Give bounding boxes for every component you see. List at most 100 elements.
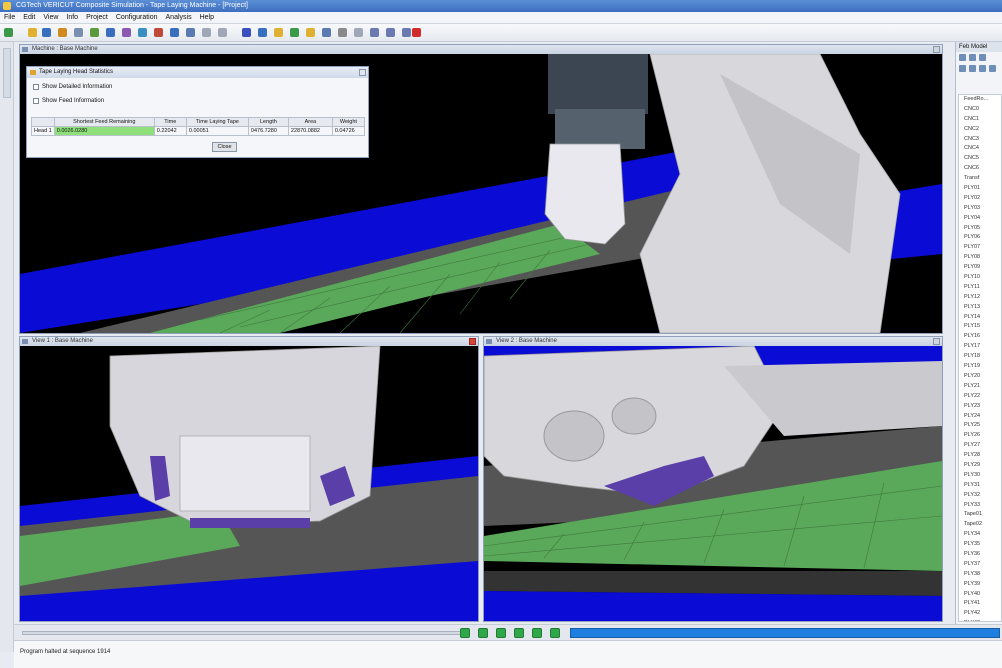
checkbox-box[interactable]	[33, 98, 39, 104]
tree-item[interactable]: PLY41	[959, 599, 1001, 609]
tree-item[interactable]: PLY16	[959, 332, 1001, 342]
tree-item[interactable]: PLY26	[959, 431, 1001, 441]
tree-item[interactable]: Tape01	[959, 510, 1001, 520]
tree-item[interactable]: PLY27	[959, 441, 1001, 451]
tree-item[interactable]: PLY24	[959, 412, 1001, 422]
tree-item[interactable]: PLY11	[959, 283, 1001, 293]
tree-item[interactable]: PLY14	[959, 313, 1001, 323]
check-icon[interactable]	[354, 28, 363, 37]
tree-item[interactable]: PLY15	[959, 322, 1001, 332]
menu-analysis[interactable]: Analysis	[166, 14, 192, 21]
step-button[interactable]	[514, 628, 524, 638]
tree-item[interactable]: PLY06	[959, 233, 1001, 243]
stop-icon[interactable]	[412, 28, 421, 37]
view-1-scene[interactable]	[20, 346, 478, 621]
fit-view-icon[interactable]	[242, 28, 251, 37]
tree-item[interactable]: PLY08	[959, 253, 1001, 263]
tree-item[interactable]: PLY39	[959, 580, 1001, 590]
print-icon[interactable]	[74, 28, 83, 37]
report-icon[interactable]	[370, 28, 379, 37]
menu-project[interactable]: Project	[86, 14, 108, 21]
collapse-icon[interactable]	[969, 54, 976, 61]
tree-item[interactable]: PLY43	[959, 619, 1001, 621]
close-icon[interactable]	[469, 338, 476, 345]
tree-item[interactable]: Transf	[959, 174, 1001, 184]
front-view-icon[interactable]	[274, 28, 283, 37]
tree-item[interactable]: PLY03	[959, 204, 1001, 214]
tree-item[interactable]: PLY22	[959, 392, 1001, 402]
close-button[interactable]: Close	[212, 142, 237, 152]
tree-item[interactable]: PLY09	[959, 263, 1001, 273]
view-1[interactable]: View 1 : Base Machine	[19, 336, 479, 622]
tree-item[interactable]: FeedRo...	[959, 95, 1001, 105]
view-2[interactable]: View 2 : Base Machine	[483, 336, 943, 622]
model-icon[interactable]	[122, 28, 131, 37]
close-icon[interactable]	[359, 69, 366, 76]
tree-item[interactable]: CNC4	[959, 144, 1001, 154]
tree-item[interactable]: CNC3	[959, 135, 1001, 145]
tree-item[interactable]: PLY34	[959, 530, 1001, 540]
tree-item[interactable]: PLY30	[959, 471, 1001, 481]
tree-item[interactable]: PLY01	[959, 184, 1001, 194]
tool-icon[interactable]	[90, 28, 99, 37]
menu-edit[interactable]: Edit	[23, 14, 35, 21]
tree-item[interactable]: CNC1	[959, 115, 1001, 125]
open-folder-icon[interactable]	[28, 28, 37, 37]
step-back-button[interactable]	[478, 628, 488, 638]
tree-item[interactable]: PLY10	[959, 273, 1001, 283]
tree-item[interactable]: PLY23	[959, 402, 1001, 412]
tree-item[interactable]: CNC6	[959, 164, 1001, 174]
tree-item[interactable]: PLY20	[959, 372, 1001, 382]
close-icon[interactable]	[933, 46, 940, 53]
tree-item[interactable]: PLY04	[959, 214, 1001, 224]
side-view-icon[interactable]	[290, 28, 299, 37]
show-feed-info-checkbox[interactable]: Show Feed Information	[33, 98, 104, 104]
menu-file[interactable]: File	[4, 14, 15, 21]
tree-item[interactable]: PLY37	[959, 560, 1001, 570]
tree-item[interactable]: PLY35	[959, 540, 1001, 550]
tree-item[interactable]: CNC5	[959, 154, 1001, 164]
tree-item[interactable]: PLY19	[959, 362, 1001, 372]
menu-help[interactable]: Help	[200, 14, 214, 21]
zoom-icon[interactable]	[186, 28, 195, 37]
measure-icon[interactable]	[338, 28, 347, 37]
view-2-scene[interactable]	[484, 346, 942, 621]
layout-icon[interactable]	[170, 28, 179, 37]
pan-icon[interactable]	[202, 28, 211, 37]
tree-icon[interactable]	[969, 65, 976, 72]
tree-item[interactable]: PLY33	[959, 501, 1001, 511]
save-as-icon[interactable]	[58, 28, 67, 37]
tree-item[interactable]: PLY32	[959, 491, 1001, 501]
tree-item[interactable]: PLY29	[959, 461, 1001, 471]
top-view-icon[interactable]	[258, 28, 267, 37]
compare-icon[interactable]	[386, 28, 395, 37]
new-project-icon[interactable]	[4, 28, 13, 37]
tree-item[interactable]: PLY38	[959, 570, 1001, 580]
expand-icon[interactable]	[959, 54, 966, 61]
tree-item[interactable]: PLY02	[959, 194, 1001, 204]
tree-item[interactable]: CNC0	[959, 105, 1001, 115]
pause-button[interactable]	[532, 628, 542, 638]
tree-item[interactable]: PLY28	[959, 451, 1001, 461]
play-button[interactable]	[496, 628, 506, 638]
grid-icon[interactable]	[979, 65, 986, 72]
filter-icon[interactable]	[979, 54, 986, 61]
tree-item[interactable]: PLY05	[959, 224, 1001, 234]
project-tree-list[interactable]: FeedRo... CNC0 CNC1 CNC2 CNC3 CNC4 CNC5 CNC6 Tra…	[958, 94, 1002, 622]
settings-icon[interactable]	[402, 28, 411, 37]
close-icon[interactable]	[933, 338, 940, 345]
tree-item[interactable]: PLY40	[959, 590, 1001, 600]
tree-item[interactable]: PLY07	[959, 243, 1001, 253]
iso-view-icon[interactable]	[306, 28, 315, 37]
animation-speed-slider[interactable]	[22, 631, 462, 635]
rewind-button[interactable]	[460, 628, 470, 638]
tree-item[interactable]: PLY17	[959, 342, 1001, 352]
rotate-icon[interactable]	[218, 28, 227, 37]
show-detailed-info-checkbox[interactable]: Show Detailed Information	[33, 84, 112, 90]
tree-item[interactable]: PLY12	[959, 293, 1001, 303]
review-icon[interactable]	[154, 28, 163, 37]
tree-item[interactable]: PLY18	[959, 352, 1001, 362]
tree-item[interactable]: PLY13	[959, 303, 1001, 313]
tree-item[interactable]: PLY21	[959, 382, 1001, 392]
project-tree-tab[interactable]	[3, 48, 11, 98]
